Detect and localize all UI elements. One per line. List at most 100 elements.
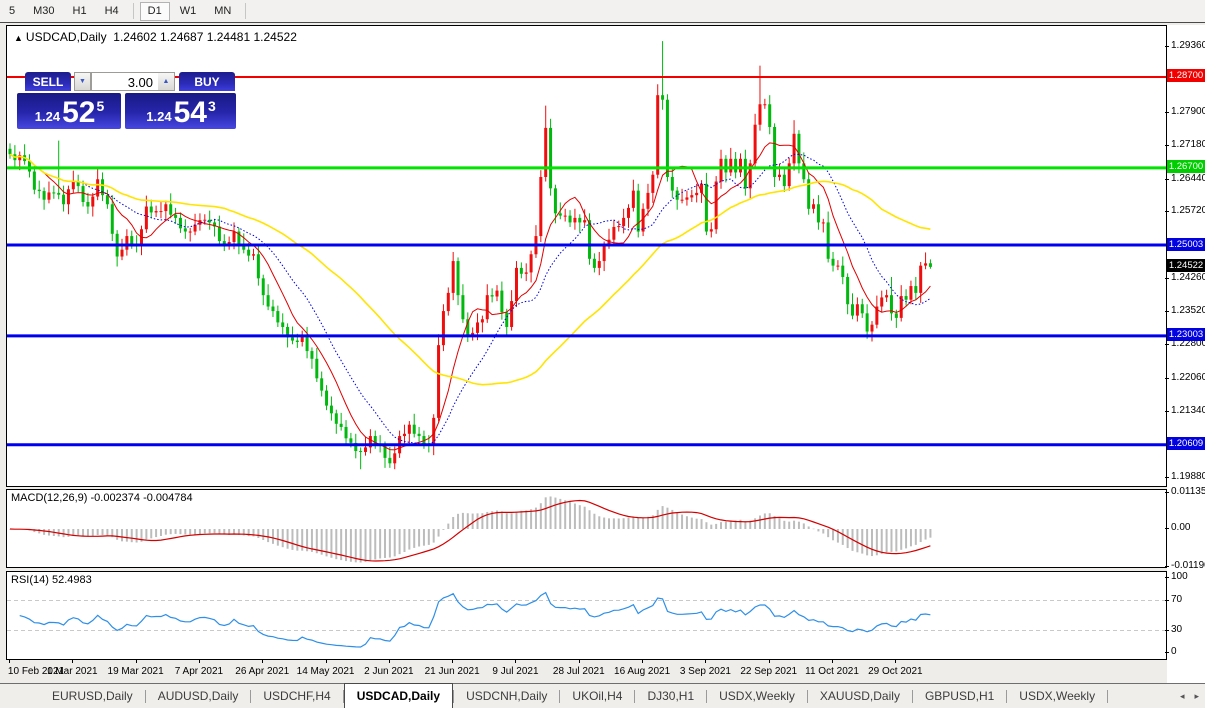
timeframe-toolbar: 5M30H1H4 D1W1MN (0, 0, 1205, 23)
sell-price-box[interactable]: 1.24 52 5 (17, 93, 121, 129)
date-label[interactable]: 1 Mar 2021 (47, 666, 98, 677)
timeframe-button-5[interactable]: 5 (1, 2, 23, 21)
price-axis[interactable]: 1.293601.279001.271801.264401.257201.242… (1167, 25, 1205, 683)
macd-tick: 0.01135 (1171, 486, 1205, 497)
symbol-tab-dj30-6[interactable]: DJ30,H1 (635, 684, 706, 708)
price-tick: 1.19880 (1171, 471, 1205, 482)
volume-decrease-button[interactable]: ▼ (74, 72, 91, 91)
timeframe-button-m30[interactable]: M30 (25, 2, 62, 21)
buy-price-main: 1.24 (146, 109, 171, 124)
price-tick-dash (1165, 278, 1169, 279)
tab-scroll-left-icon[interactable]: ◂ (1180, 691, 1185, 702)
date-label[interactable]: 3 Sep 2021 (680, 666, 731, 677)
quote-low: 1.24481 (207, 30, 250, 44)
date-tick (136, 660, 137, 663)
symbol-tab-usdchf-2[interactable]: USDCHF,H4 (251, 684, 342, 708)
symbol-tab-gbpusd-9[interactable]: GBPUSD,H1 (913, 684, 1006, 708)
mt4-window: 5M30H1H4 D1W1MN ▲ USDCAD,Daily 1.24602 1.2… (0, 0, 1205, 708)
timeframe-button-h1[interactable]: H1 (65, 2, 95, 21)
sell-price-main: 1.24 (35, 109, 60, 124)
toolbar-separator (245, 3, 246, 19)
date-label[interactable]: 29 Oct 2021 (868, 666, 922, 677)
macd-tick: -0.01190 (1171, 560, 1205, 571)
date-tick (769, 660, 770, 663)
date-label[interactable]: 21 Jun 2021 (425, 666, 480, 677)
timeframe-button-mn[interactable]: MN (206, 2, 239, 21)
date-label[interactable]: 2 Jun 2021 (364, 666, 414, 677)
volume-input[interactable]: 3.00 (91, 72, 158, 91)
symbol-tab-eurusd-0[interactable]: EURUSD,Daily (40, 684, 145, 708)
timeframe-button-h4[interactable]: H4 (97, 2, 127, 21)
rsi-tick: 0 (1171, 646, 1177, 657)
date-tick (262, 660, 263, 663)
arrow-down-icon: ▼ (79, 78, 86, 85)
date-tick (72, 660, 73, 663)
tab-scroll-arrows: ◂▸ (1180, 684, 1199, 708)
price-badge: 1.26700 (1167, 160, 1205, 173)
sell-button[interactable]: SELL (25, 72, 71, 91)
symbol-tab-usdcnh-4[interactable]: USDCNH,Daily (454, 684, 559, 708)
date-tick (452, 660, 453, 663)
volume-increase-button[interactable]: ▲ (158, 72, 175, 91)
rsi-tick: 100 (1171, 571, 1188, 582)
symbol-tab-audusd-1[interactable]: AUDUSD,Daily (146, 684, 251, 708)
macd-name: MACD(12,26,9) (11, 492, 87, 504)
quote-symbol: USDCAD,Daily (26, 30, 107, 44)
rsi-tick-dash (1165, 577, 1169, 578)
main-chart-panel[interactable]: ▲ USDCAD,Daily 1.24602 1.24687 1.24481 1.… (6, 25, 1167, 487)
price-tick: 1.21340 (1171, 405, 1205, 416)
price-badge: 1.25003 (1167, 238, 1205, 251)
price-tick-dash (1165, 145, 1169, 146)
date-tick (326, 660, 327, 663)
date-label[interactable]: 9 Jul 2021 (492, 666, 538, 677)
price-tick: 1.27180 (1171, 139, 1205, 150)
quote-line: ▲USDCAD,Daily 1.24602 1.24687 1.24481 1.… (14, 30, 297, 44)
date-label[interactable]: 11 Oct 2021 (805, 666, 859, 677)
date-tick (705, 660, 706, 663)
symbol-tab-usdx-10[interactable]: USDX,Weekly (1007, 684, 1107, 708)
date-label[interactable]: 14 May 2021 (297, 666, 355, 677)
symbol-tab-usdx-7[interactable]: USDX,Weekly (707, 684, 807, 708)
timeframe-button-d1[interactable]: D1 (140, 2, 170, 21)
tab-scroll-right-icon[interactable]: ▸ (1194, 691, 1199, 702)
price-tick: 1.29360 (1171, 40, 1205, 51)
date-label[interactable]: 22 Sep 2021 (740, 666, 797, 677)
rsi-tick-dash (1165, 600, 1169, 601)
timeframe-button-w1[interactable]: W1 (172, 2, 205, 21)
macd-panel[interactable]: MACD(12,26,9) -0.002374 -0.004784 (6, 489, 1167, 568)
date-label[interactable]: 28 Jul 2021 (553, 666, 605, 677)
rsi-tick-dash (1165, 630, 1169, 631)
quote-high: 1.24687 (160, 30, 203, 44)
tab-separator (1107, 690, 1108, 703)
symbol-tab-xauusd-8[interactable]: XAUUSD,Daily (808, 684, 912, 708)
rsi-tick: 30 (1171, 624, 1182, 635)
date-label[interactable]: 26 Apr 2021 (235, 666, 289, 677)
quote-open: 1.24602 (113, 30, 156, 44)
symbol-tab-ukoil-5[interactable]: UKOil,H4 (560, 684, 634, 708)
symbol-tab-usdcad-3[interactable]: USDCAD,Daily (344, 683, 453, 708)
buy-button[interactable]: BUY (179, 72, 235, 91)
macd-tick-dash (1165, 492, 1169, 493)
quote-close: 1.24522 (253, 30, 296, 44)
date-axis[interactable]: 10 Feb 20211 Mar 202119 Mar 20217 Apr 20… (6, 660, 1167, 683)
date-label[interactable]: 7 Apr 2021 (175, 666, 223, 677)
rsi-panel[interactable]: RSI(14) 52.4983 (6, 571, 1167, 660)
price-tick-dash (1165, 112, 1169, 113)
buy-price-box[interactable]: 1.24 54 3 (125, 93, 236, 129)
macd-value-2: -0.004784 (143, 492, 193, 504)
date-label[interactable]: 16 Aug 2021 (614, 666, 670, 677)
rsi-label: RSI(14) 52.4983 (11, 574, 92, 586)
rsi-tick-dash (1165, 652, 1169, 653)
price-tick-dash (1165, 378, 1169, 379)
macd-value-1: -0.002374 (90, 492, 140, 504)
date-label[interactable]: 19 Mar 2021 (108, 666, 164, 677)
rsi-value: 52.4983 (52, 574, 92, 586)
price-tick: 1.25720 (1171, 205, 1205, 216)
price-tick: 1.24260 (1171, 272, 1205, 283)
date-tick (9, 660, 10, 663)
date-tick (642, 660, 643, 663)
price-tick-dash (1165, 477, 1169, 478)
date-tick (389, 660, 390, 663)
price-tick-dash (1165, 311, 1169, 312)
price-tick-dash (1165, 46, 1169, 47)
